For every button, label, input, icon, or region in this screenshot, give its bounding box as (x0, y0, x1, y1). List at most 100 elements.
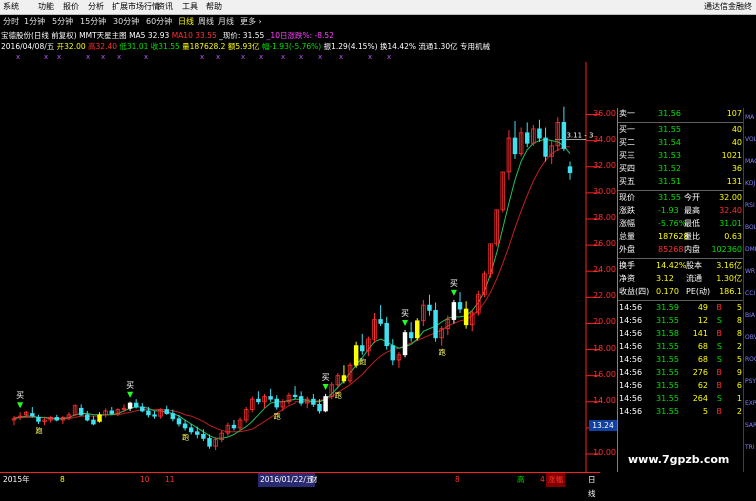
candle-body[interactable] (524, 132, 530, 144)
indicator-button[interactable]: RSI (745, 202, 755, 209)
candle-body[interactable] (85, 414, 90, 421)
candle-body[interactable] (133, 402, 139, 408)
candle-body[interactable] (360, 345, 365, 352)
indicator-button[interactable]: EXP (745, 400, 756, 407)
candle-body[interactable] (311, 398, 316, 405)
candle-body[interactable] (384, 323, 389, 347)
candle-body[interactable] (176, 418, 182, 425)
event-marker[interactable]: x (299, 53, 303, 61)
menu-item-system[interactable]: 系统 (3, 1, 19, 13)
event-marker[interactable]: x (86, 53, 90, 61)
timeline-event-mark[interactable]: 10 (140, 473, 150, 487)
candle-body[interactable] (402, 332, 408, 356)
menu-item-function[interactable]: 功能 (38, 1, 54, 13)
candle-body[interactable] (201, 434, 206, 439)
candle-body[interactable] (353, 345, 359, 366)
candle-body[interactable] (207, 437, 212, 447)
event-marker[interactable]: x (241, 53, 245, 61)
candle-body[interactable] (182, 423, 188, 429)
tab-weekly[interactable]: 周线 (198, 16, 214, 28)
candle-body[interactable] (415, 320, 420, 339)
menu-item-tools[interactable]: 工具 (182, 1, 198, 13)
tab-30min[interactable]: 30分钟 (113, 16, 139, 28)
indicator-button[interactable]: MA (745, 114, 754, 121)
candle-body[interactable] (463, 308, 469, 326)
candle-body[interactable] (341, 375, 347, 382)
candle-body[interactable] (457, 302, 463, 310)
indicator-button[interactable]: MAC (745, 158, 756, 165)
event-marker[interactable]: x (259, 53, 263, 61)
candle-body[interactable] (127, 402, 133, 409)
timeline-event-mark[interactable]: 8 (60, 473, 65, 487)
candle-body[interactable] (427, 304, 432, 311)
candle-body[interactable] (317, 403, 322, 412)
candle-body[interactable] (433, 309, 438, 339)
tab-15min[interactable]: 15分钟 (80, 16, 106, 28)
candle-body[interactable] (30, 413, 35, 417)
candle-body[interactable] (390, 345, 396, 361)
indicator-button[interactable]: WR (745, 268, 755, 275)
candlestick-chart[interactable]: 33.11 - 3买买买买买跑跑跑跑跑跑 (0, 62, 600, 472)
indicator-button[interactable]: TRI (745, 444, 755, 451)
timeline-event-mark[interactable]: 8 (455, 473, 460, 487)
candle-body[interactable] (91, 419, 96, 425)
indicator-button[interactable]: ROC (745, 356, 756, 363)
timeline-event-mark[interactable]: 财 (310, 473, 318, 487)
indicator-button[interactable]: SAR (745, 422, 756, 429)
indicator-button[interactable]: KDJ (745, 180, 755, 187)
tab-more[interactable]: 更多 › (240, 16, 262, 28)
timeline-event-mark[interactable]: 涨幅 (546, 473, 565, 487)
candle-body[interactable] (268, 396, 273, 400)
candle-body[interactable] (378, 319, 383, 324)
candle-body[interactable] (298, 396, 304, 404)
tab-5min[interactable]: 5分钟 (52, 16, 73, 28)
indicator-name[interactable]: MMT天星主图 (79, 31, 127, 40)
tab-intraday[interactable]: 分时 (3, 16, 19, 28)
candle-body[interactable] (451, 302, 457, 320)
event-marker[interactable]: x (144, 53, 148, 61)
timeline-event-mark[interactable]: 高 (517, 473, 525, 487)
event-marker[interactable]: x (101, 53, 105, 61)
menu-item-extended-market[interactable]: 扩展市场行情 (112, 1, 160, 13)
timeline-event-mark[interactable]: 4 (540, 473, 545, 487)
candle-body[interactable] (274, 398, 279, 408)
candle-body[interactable] (561, 121, 567, 149)
candle-body[interactable] (146, 410, 151, 416)
event-marker[interactable]: x (44, 53, 48, 61)
event-marker[interactable]: x (216, 53, 220, 61)
event-marker[interactable]: x (200, 53, 204, 61)
candle-body[interactable] (543, 137, 548, 157)
candle-body[interactable] (195, 431, 200, 435)
candle-body[interactable] (323, 396, 328, 412)
candle-body[interactable] (97, 414, 102, 422)
menu-item-news[interactable]: 资讯 (157, 1, 173, 13)
candle-body[interactable] (567, 166, 573, 174)
candle-body[interactable] (54, 417, 60, 421)
event-marker[interactable]: x (318, 53, 322, 61)
candle-body[interactable] (140, 406, 145, 412)
tab-daily[interactable]: 日线 (178, 16, 194, 28)
event-marker[interactable]: x (117, 53, 121, 61)
tab-60min[interactable]: 60分钟 (146, 16, 172, 28)
candle-body[interactable] (512, 137, 518, 155)
indicator-button[interactable]: PSY (745, 378, 756, 385)
event-marker[interactable]: x (57, 53, 61, 61)
tab-monthly[interactable]: 月线 (218, 16, 234, 28)
indicator-button[interactable]: CCI (745, 290, 755, 297)
indicator-button[interactable]: BIA (745, 312, 755, 319)
indicator-button[interactable]: BOL (745, 224, 756, 231)
candle-body[interactable] (408, 332, 414, 339)
candle-body[interactable] (170, 413, 176, 420)
candle-body[interactable] (256, 398, 261, 403)
candle-body[interactable] (36, 417, 41, 422)
candle-body[interactable] (152, 414, 157, 417)
timeline-event-mark[interactable]: 11 (165, 473, 175, 487)
candle-body[interactable] (231, 424, 237, 429)
candle-body[interactable] (292, 394, 298, 397)
menu-item-quote[interactable]: 报价 (63, 1, 79, 13)
indicator-button[interactable]: VOL (745, 136, 756, 143)
event-marker[interactable]: x (387, 53, 391, 61)
event-marker[interactable]: x (368, 53, 372, 61)
event-marker[interactable]: x (16, 53, 20, 61)
event-marker[interactable]: x (339, 53, 343, 61)
